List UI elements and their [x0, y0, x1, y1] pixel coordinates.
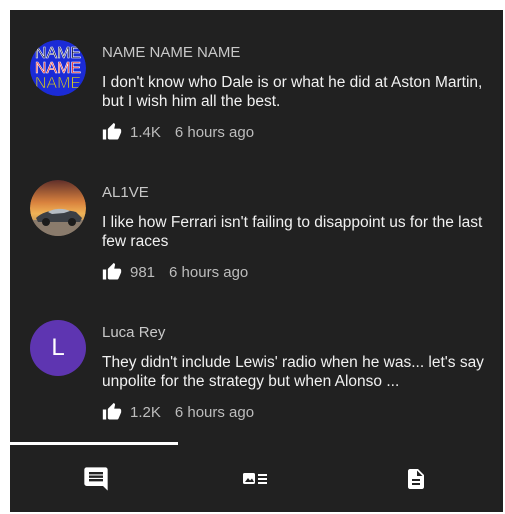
comment-author[interactable]: Luca Rey — [102, 324, 165, 341]
avatar[interactable]: NAME NAME NAME — [30, 40, 86, 96]
comments-panel: NAME NAME NAME NAME NAME NAME I don't kn… — [10, 10, 503, 512]
comment-text: They didn't include Lewis' radio when he… — [102, 354, 484, 390]
comment-time: 6 hours ago — [169, 263, 249, 281]
avatar-initial: L — [51, 334, 65, 361]
like-count: 1.4K — [130, 123, 161, 141]
comment-icon — [84, 467, 108, 491]
like-count: 1.2K — [130, 403, 161, 421]
media-list-icon — [243, 473, 267, 484]
tab-comments[interactable] — [14, 446, 178, 512]
document-icon — [408, 469, 424, 489]
avatar[interactable] — [30, 180, 86, 236]
thumbs-up-icon[interactable] — [102, 402, 122, 422]
selected-tab-indicator — [10, 442, 178, 445]
comment-meta: 1.2K 6 hours ago — [102, 401, 254, 423]
name-logo-avatar-image: NAME NAME NAME — [30, 40, 86, 96]
comment-author[interactable]: AL1VE — [102, 184, 149, 201]
comment-meta: 1.4K 6 hours ago — [102, 121, 254, 143]
avatar[interactable]: L — [30, 320, 86, 376]
bottom-tab-bar — [10, 440, 503, 512]
thumbs-up-icon[interactable] — [102, 262, 122, 282]
svg-text:NAME: NAME — [35, 75, 81, 92]
comment-time: 6 hours ago — [174, 403, 255, 421]
comment-time: 6 hours ago — [174, 123, 255, 141]
comment-text: I like how Ferrari isn't failing to disa… — [102, 214, 483, 250]
tab-document[interactable] — [334, 446, 498, 512]
comment-meta: 981 6 hours ago — [102, 261, 248, 283]
comment-author[interactable]: NAME NAME NAME — [102, 44, 240, 61]
car-photo-avatar-image — [30, 180, 86, 236]
thumbs-up-icon[interactable] — [102, 122, 122, 142]
tab-media-list[interactable] — [174, 446, 338, 512]
comment-text: I don't know who Dale is or what he did … — [102, 74, 483, 110]
like-count: 981 — [130, 263, 156, 281]
